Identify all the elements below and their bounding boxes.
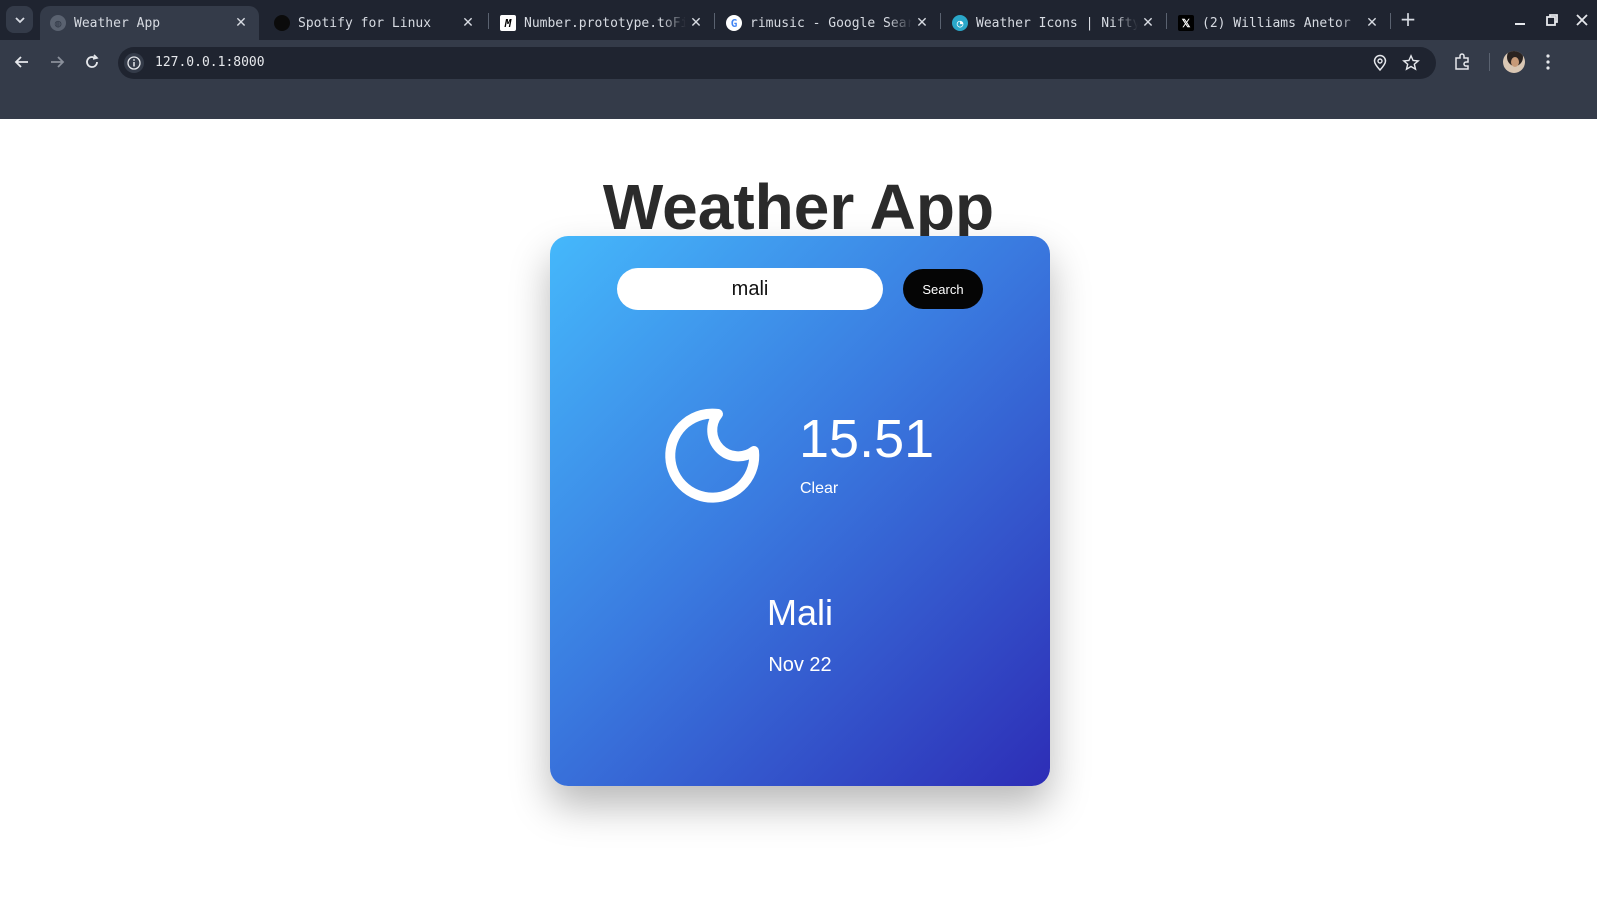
- nifty-icon: ◔: [952, 15, 968, 31]
- tab-title: rimusic - Google Search: [750, 15, 912, 31]
- new-tab-button[interactable]: +: [1397, 8, 1419, 30]
- tab-x[interactable]: 𝕏 (2) Williams Anetor ✕: [1168, 6, 1390, 40]
- reload-button[interactable]: [81, 51, 103, 73]
- tab-title: (2) Williams Anetor: [1202, 15, 1351, 31]
- url-text: 127.0.0.1:8000: [155, 55, 265, 70]
- arrow-left-icon: [14, 56, 28, 68]
- moon-icon: [665, 408, 760, 503]
- tab-title: Spotify for Linux: [298, 15, 432, 31]
- tab-search-button[interactable]: [6, 6, 33, 33]
- tab-divider: [1166, 13, 1167, 29]
- tab-divider: [714, 13, 715, 29]
- temperature-value: 15.51: [799, 409, 935, 469]
- close-icon[interactable]: ✕: [912, 15, 932, 31]
- search-input[interactable]: [617, 268, 883, 310]
- reload-icon: [86, 54, 99, 68]
- spotify-icon: [274, 15, 290, 31]
- weather-condition: Clear: [800, 480, 839, 497]
- address-bar[interactable]: 127.0.0.1:8000: [118, 47, 1436, 79]
- browser-tab-bar: ◍ Weather App ✕ Spotify for Linux ✕ M Nu…: [0, 0, 1597, 40]
- menu-dots-icon[interactable]: [1538, 52, 1558, 72]
- back-button[interactable]: [11, 51, 33, 73]
- tab-mdn[interactable]: M Number.prototype.toFixed() ✕: [490, 6, 714, 40]
- x-icon: 𝕏: [1178, 15, 1194, 31]
- tab-google-search[interactable]: G rimusic - Google Search ✕: [716, 6, 940, 40]
- close-window-icon[interactable]: [1572, 10, 1592, 30]
- globe-icon: ◍: [50, 15, 66, 31]
- close-icon[interactable]: ✕: [1362, 15, 1382, 31]
- close-icon[interactable]: ✕: [231, 15, 251, 31]
- weather-card: Search 15.51 Clear Mali Nov 22: [550, 236, 1050, 786]
- toolbar-divider: [1489, 53, 1490, 71]
- close-icon[interactable]: ✕: [458, 15, 478, 31]
- weather-date: Nov 22: [768, 654, 832, 676]
- site-info-icon[interactable]: [124, 53, 144, 73]
- chevron-down-icon: [14, 16, 25, 23]
- tab-title: Weather Icons | Nifty: [976, 15, 1138, 31]
- tab-weather-icons[interactable]: ◔ Weather Icons | Nifty ✕: [942, 6, 1166, 40]
- tab-weather-app[interactable]: ◍ Weather App ✕: [40, 6, 259, 40]
- tab-divider: [488, 13, 489, 29]
- browser-toolbar: 127.0.0.1:8000: [0, 40, 1597, 84]
- forward-button[interactable]: [46, 51, 68, 73]
- tab-spotify[interactable]: Spotify for Linux ✕: [264, 6, 486, 40]
- arrow-right-icon: [51, 56, 65, 68]
- bookmark-star-icon[interactable]: [1402, 54, 1420, 72]
- mdn-icon: M: [500, 15, 516, 31]
- close-icon[interactable]: ✕: [1138, 15, 1158, 31]
- minimize-icon[interactable]: [1510, 10, 1530, 30]
- page-title: Weather App: [602, 171, 995, 243]
- city-name: Mali: [766, 592, 833, 633]
- location-pin-icon[interactable]: [1371, 54, 1389, 72]
- restore-icon[interactable]: [1542, 10, 1562, 30]
- tab-title: Number.prototype.toFixed(): [524, 15, 686, 31]
- tab-title: Weather App: [74, 15, 161, 31]
- tab-divider: [1390, 13, 1391, 29]
- bookmarks-bar: [0, 84, 1597, 119]
- search-button[interactable]: Search: [903, 269, 983, 309]
- google-icon: G: [726, 15, 742, 31]
- avatar[interactable]: [1503, 51, 1525, 73]
- close-icon[interactable]: ✕: [686, 15, 706, 31]
- extensions-icon[interactable]: [1452, 52, 1472, 72]
- tab-divider: [940, 13, 941, 29]
